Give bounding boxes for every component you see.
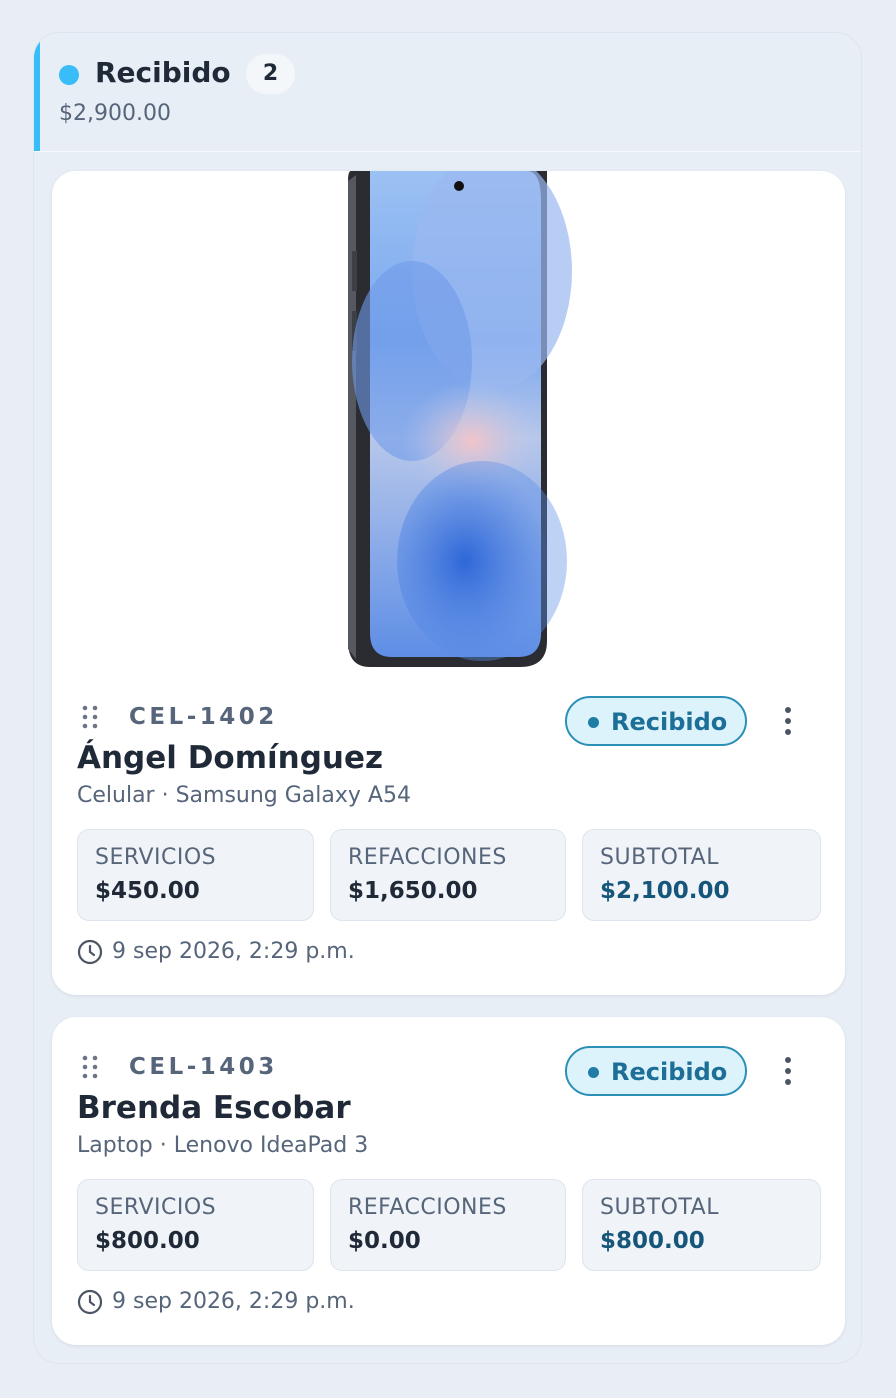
- order-date: 9 sep 2026, 2:29 p.m.: [112, 1289, 355, 1314]
- stat-label: REFACCIONES: [348, 845, 507, 870]
- kanban-column-recibido: Recibido 2 $2,900.00 CEL-1402 Recibido Á…: [33, 32, 862, 1364]
- status-badge[interactable]: Recibido: [565, 696, 747, 746]
- status-dot-icon: [59, 65, 79, 85]
- column-title: Recibido: [95, 56, 231, 89]
- stat-value: $0.00: [348, 1228, 421, 1254]
- stat-value: $800.00: [600, 1228, 705, 1254]
- column-header: Recibido 2 $2,900.00: [34, 33, 861, 152]
- column-total: $2,900.00: [59, 101, 171, 126]
- drag-handle-icon[interactable]: [80, 704, 100, 730]
- status-badge-label: Recibido: [611, 708, 728, 736]
- order-card[interactable]: CEL-1403 Recibido Brenda Escobar Laptop …: [52, 1017, 845, 1345]
- status-dot-icon: [588, 1067, 599, 1078]
- stat-label: SERVICIOS: [95, 845, 217, 870]
- stat-servicios: SERVICIOS $450.00: [77, 829, 314, 921]
- status-dot-icon: [588, 717, 599, 728]
- stat-servicios: SERVICIOS $800.00: [77, 1179, 314, 1271]
- customer-name: Ángel Domínguez: [77, 740, 384, 776]
- status-badge[interactable]: Recibido: [565, 1046, 747, 1096]
- stat-label: SERVICIOS: [95, 1195, 217, 1220]
- order-card[interactable]: CEL-1402 Recibido Ángel Domínguez Celula…: [52, 171, 845, 995]
- device-description: Celular · Samsung Galaxy A54: [77, 783, 411, 808]
- stat-value: $800.00: [95, 1228, 200, 1254]
- device-description: Laptop · Lenovo IdeaPad 3: [77, 1133, 369, 1158]
- stat-subtotal: SUBTOTAL $2,100.00: [582, 829, 821, 921]
- more-vertical-icon[interactable]: [774, 1051, 802, 1091]
- stat-subtotal: SUBTOTAL $800.00: [582, 1179, 821, 1271]
- order-code: CEL-1402: [129, 704, 278, 730]
- more-vertical-icon[interactable]: [774, 701, 802, 741]
- column-count-badge: 2: [246, 54, 295, 94]
- stat-refacciones: REFACCIONES $1,650.00: [330, 829, 566, 921]
- stat-value: $1,650.00: [348, 878, 478, 904]
- stat-refacciones: REFACCIONES $0.00: [330, 1179, 566, 1271]
- stat-value: $450.00: [95, 878, 200, 904]
- stat-label: SUBTOTAL: [600, 845, 719, 870]
- clock-icon: [77, 1289, 103, 1315]
- order-code: CEL-1403: [129, 1054, 278, 1080]
- customer-name: Brenda Escobar: [77, 1090, 351, 1126]
- status-badge-label: Recibido: [611, 1058, 728, 1086]
- card-body: CEL-1403 Recibido Brenda Escobar Laptop …: [52, 1038, 845, 1338]
- drag-handle-icon[interactable]: [80, 1054, 100, 1080]
- device-photo: [52, 171, 845, 667]
- column-accent-bar: [34, 33, 40, 151]
- clock-icon: [77, 939, 103, 965]
- card-body: CEL-1402 Recibido Ángel Domínguez Celula…: [52, 688, 845, 988]
- stat-value: $2,100.00: [600, 878, 730, 904]
- stat-label: SUBTOTAL: [600, 1195, 719, 1220]
- stat-label: REFACCIONES: [348, 1195, 507, 1220]
- order-date: 9 sep 2026, 2:29 p.m.: [112, 939, 355, 964]
